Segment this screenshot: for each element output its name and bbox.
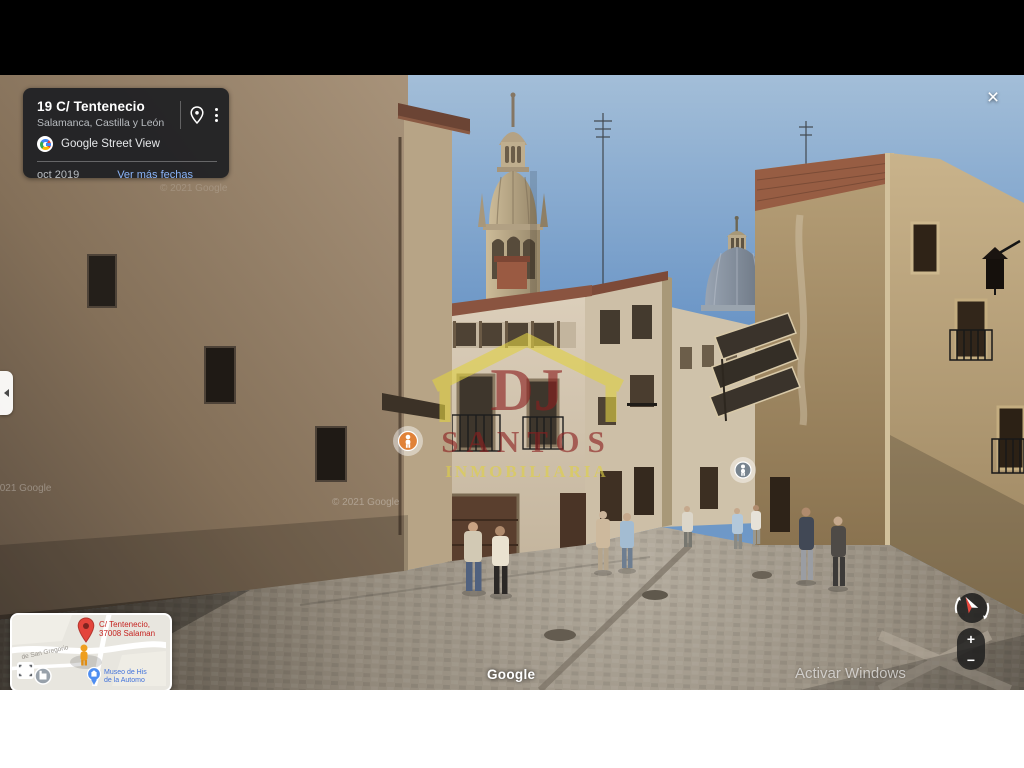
street-view-window: DJ SANTOS INMOBILIARIA © 2021 Google © 2… [0,0,1024,768]
panel-divider [37,161,217,162]
map-poi-line1: Museo de His [104,669,147,676]
overflow-menu-icon[interactable] [213,106,220,124]
fullscreen-icon[interactable] [17,662,34,679]
streetview-nav-marker[interactable] [393,426,423,456]
copyright-watermark: © 2021 Google [332,497,399,508]
google-watermark: Google [487,667,535,682]
collapse-panel-arrow[interactable] [0,371,13,415]
close-icon[interactable]: × [982,87,1004,109]
location-pin-icon[interactable] [190,106,204,124]
map-poi-line2: de la Automo [104,677,145,684]
source-label: Google Street View [61,138,160,150]
more-dates-link[interactable]: Ver más fechas [117,169,193,181]
chevron-left-icon [4,389,9,397]
bottom-white-bar [0,690,1024,768]
center-house-2 [580,271,672,545]
info-panel: 19 C/ Tentenecio Salamanca, Castilla y L… [23,88,229,178]
google-logo-icon [37,136,53,152]
top-black-bar [0,0,1024,75]
map-address-line1: C/ Tentenecio, [99,620,150,629]
copyright-watermark: © 2021 Google [0,483,51,494]
street-view-viewport[interactable]: DJ SANTOS INMOBILIARIA © 2021 Google © 2… [0,75,1024,690]
capture-date: oct 2019 [37,169,79,181]
zoom-in-button[interactable]: + [967,632,975,646]
activate-windows-watermark: Activar Windows [795,665,906,682]
map-address-line2: 37008 Salaman [99,629,155,638]
minimap[interactable]: de San Gregorio C/ Tentenecio, 37008 Sal… [10,613,172,690]
poi-building-icon [35,668,51,684]
icon-divider [180,101,181,129]
compass-control[interactable] [950,586,994,630]
zoom-out-button[interactable]: − [967,653,975,667]
copyright-watermark: © 2021 Google [160,183,227,194]
center-house [432,256,592,575]
streetview-nav-marker[interactable] [730,457,756,483]
zoom-controls: + − [957,628,985,670]
